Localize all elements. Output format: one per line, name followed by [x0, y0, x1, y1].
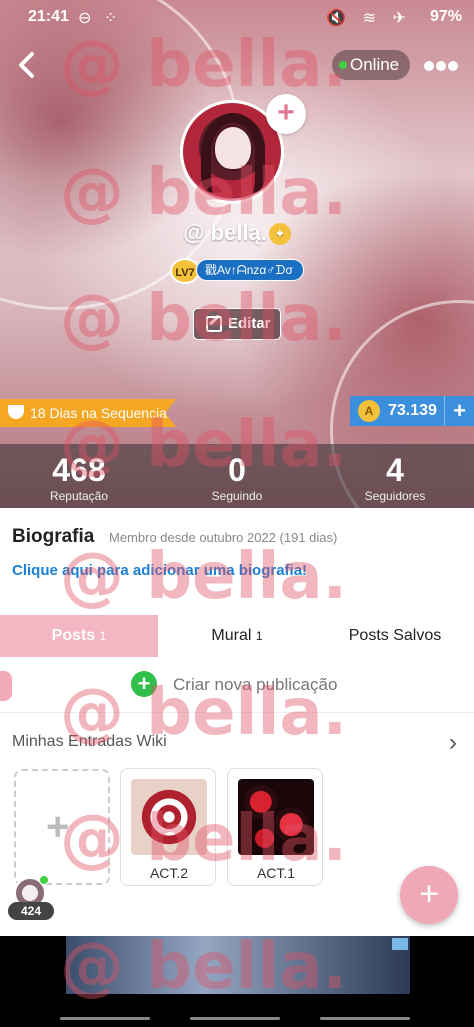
biography-section: Biografia Membro desde outubro 2022 (191…	[0, 508, 474, 610]
nav-bar-indicator	[60, 1017, 150, 1020]
wiki-card-image	[238, 779, 314, 855]
online-status-toggle[interactable]: Online	[332, 50, 410, 80]
verified-icon: ✦	[268, 223, 291, 245]
add-biography-link[interactable]: Clique aqui para adicionar uma biografia…	[12, 562, 307, 579]
ad-image[interactable]	[66, 936, 410, 994]
pencil-icon	[206, 316, 222, 332]
edit-profile-button[interactable]: Editar	[193, 308, 281, 340]
coin-icon: A	[358, 400, 380, 422]
profile-stats: 468 Reputação 0 Seguindo 4 Seguidores	[0, 444, 474, 508]
username: @ bellą. ✦	[0, 220, 474, 246]
wiki-heading[interactable]: Minhas Entradas Wiki	[12, 733, 167, 751]
wiki-card[interactable]: ACT.1	[227, 768, 323, 886]
online-members-count[interactable]: 424	[8, 902, 54, 920]
coin-amount: 73.139	[388, 402, 437, 419]
create-post-row[interactable]: + Criar nova publicação	[0, 657, 474, 713]
nav-bar-indicator	[190, 1017, 280, 1020]
buy-coins-plus-icon[interactable]: +	[444, 396, 474, 426]
create-post-label: Criar nova publicação	[173, 675, 338, 694]
status-time: 21:41	[28, 8, 69, 25]
wiki-card-label: ACT.1	[256, 865, 296, 881]
status-notification-icons: ⊖ ⁘	[78, 10, 122, 27]
back-arrow-icon[interactable]	[12, 48, 42, 82]
wiki-card-image	[131, 779, 207, 855]
tab-wall[interactable]: Mural 1	[158, 615, 316, 657]
status-bar: 21:41 ⊖ ⁘ 🔇 ≋ ✈ 97%	[0, 6, 474, 30]
add-wiki-entry-button[interactable]: +	[14, 769, 110, 885]
tab-posts[interactable]: Posts 1	[0, 615, 158, 657]
trophy-icon	[8, 405, 24, 419]
stat-reputation[interactable]: 468 Reputação	[0, 452, 158, 504]
member-since: Membro desde outubro 2022 (191 dias)	[109, 530, 338, 545]
battery-level: 97%	[429, 8, 462, 25]
online-dot-icon	[39, 875, 49, 885]
custom-title-chip[interactable]: 戳Av↑ᗩnzα♂ᗪσ	[196, 259, 304, 281]
coin-balance[interactable]: A 73.139 +	[350, 396, 474, 426]
tab-saved-posts[interactable]: Posts Salvos	[316, 615, 474, 657]
profile-tabs: Posts 1 Mural 1 Posts Salvos	[0, 615, 474, 657]
stat-followers[interactable]: 4 Seguidores	[316, 452, 474, 504]
biography-heading: Biografia	[12, 526, 95, 547]
wiki-card[interactable]: ACT.2	[120, 768, 216, 886]
more-icon[interactable]	[424, 58, 462, 72]
streak-badge[interactable]: 18 Dias na Sequencia	[0, 399, 176, 427]
online-dot-icon	[339, 61, 347, 69]
status-system-icons: 🔇 ≋ ✈	[326, 10, 412, 27]
chevron-right-icon[interactable]: ›	[449, 729, 457, 757]
online-label: Online	[350, 55, 400, 74]
plus-icon: +	[46, 805, 70, 849]
create-floating-plus-button[interactable]: +	[400, 866, 458, 924]
side-drawer-handle[interactable]	[0, 671, 12, 701]
wiki-card-label: ACT.2	[149, 865, 189, 881]
add-story-plus-icon[interactable]: +	[266, 94, 306, 134]
add-post-plus-icon[interactable]: +	[131, 671, 157, 697]
stat-following[interactable]: 0 Seguindo	[158, 452, 316, 504]
ad-banner[interactable]	[0, 936, 474, 1027]
ad-choices-icon[interactable]	[392, 938, 408, 950]
nav-bar-indicator	[320, 1017, 410, 1020]
